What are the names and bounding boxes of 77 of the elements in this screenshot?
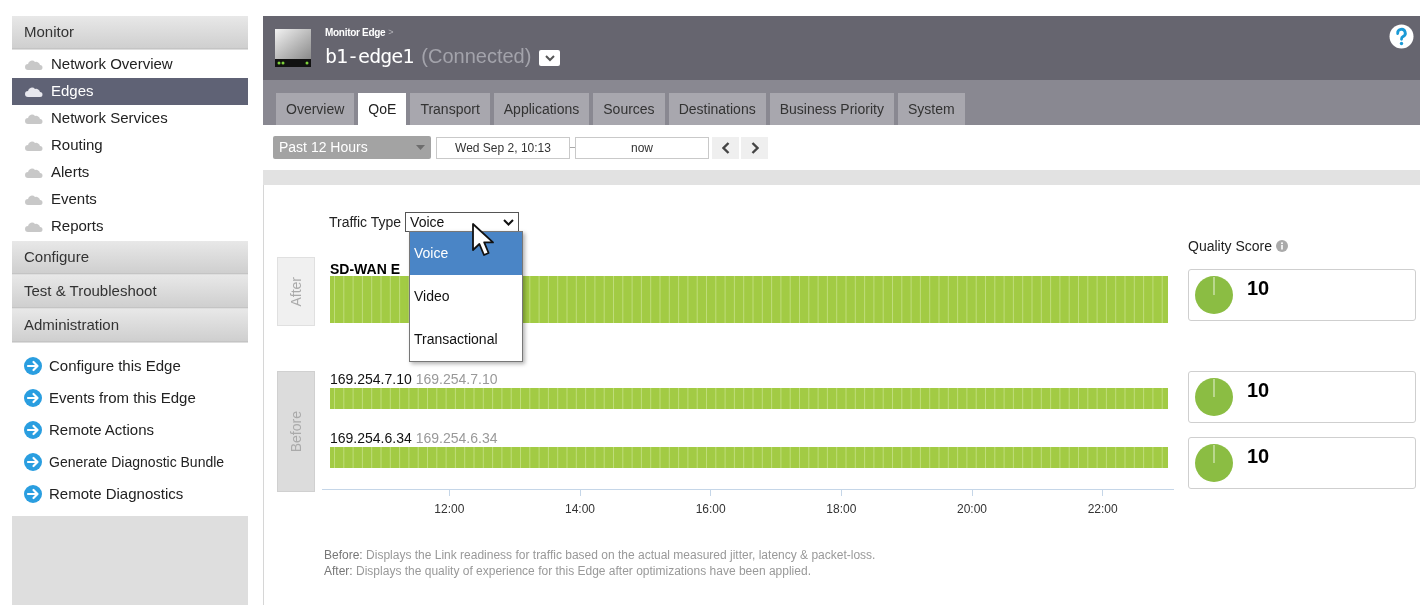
after-label-panel: After (277, 257, 315, 326)
tab[interactable]: Transport (410, 93, 490, 125)
score-value: 10 (1247, 380, 1270, 400)
traffic-type-select[interactable]: Voice (405, 212, 520, 232)
footnote: Before: Displays the Link readiness for traffic based on the actual measured jitter, latency & packet-loss. (324, 548, 877, 563)
score-value: 10 (1247, 278, 1270, 298)
cloud-icon (25, 59, 43, 70)
dropdown-option[interactable]: Transactional (410, 318, 522, 361)
chevron-left-icon (721, 141, 730, 154)
score-pie-icon (1195, 276, 1233, 314)
sidebar-item[interactable]: Network Services (12, 105, 248, 132)
cloud-icon (25, 140, 43, 151)
cloud-icon (25, 194, 43, 205)
sidebar-section-header[interactable]: Test & Troubleshoot (12, 275, 248, 308)
arrow-right-icon (24, 421, 42, 439)
chevron-right-icon (750, 141, 759, 154)
sidebar-link[interactable]: Remote Actions (49, 418, 155, 442)
arrow-right-icon (24, 485, 42, 503)
breadcrumb-separator: > (388, 25, 394, 39)
sidebar-item[interactable]: Edges (12, 78, 248, 105)
tab[interactable]: Business Priority (769, 93, 894, 125)
edge-menu-button[interactable] (539, 50, 561, 66)
breadcrumb[interactable]: Monitor Edge (325, 25, 386, 40)
quality-score-label: Quality Score (1188, 236, 1273, 256)
dropdown-option[interactable]: Video (410, 275, 522, 318)
sidebar-item[interactable]: Reports (12, 213, 248, 240)
footnote: After: Displays the quality of experience for this Edge after optimizations have been applied. (324, 564, 812, 579)
cloud-icon (25, 113, 43, 124)
axis-tick-label: 12:00 (434, 501, 465, 518)
sidebar-link[interactable]: Configure this Edge (49, 354, 181, 378)
traffic-type-label: Traffic Type (329, 212, 402, 232)
sidebar-link[interactable]: Remote Diagnostics (49, 482, 184, 506)
help-icon[interactable] (1389, 24, 1414, 49)
start-date-field[interactable]: Wed Sep 2, 10:13 (436, 136, 570, 159)
axis-tick-label: 16:00 (695, 501, 726, 518)
sidebar-link[interactable]: Generate Diagnostic Bundle (49, 451, 225, 473)
caret-down-icon (416, 145, 425, 150)
sidebar-item[interactable]: Routing (12, 132, 248, 159)
sidebar-section-header[interactable]: Monitor (12, 16, 248, 49)
sidebar-section-header[interactable]: Configure (12, 241, 248, 274)
device-icon (275, 29, 311, 67)
tab[interactable]: Overview (276, 93, 355, 125)
score-pie-icon (1195, 378, 1233, 416)
edge-name: b1-edge1 (325, 43, 414, 70)
caret-down-icon (544, 54, 555, 62)
tab[interactable]: System (897, 93, 965, 125)
chevron-down-icon (503, 218, 515, 226)
link-name: 169.254.6.34 (330, 431, 412, 445)
link-name: 169.254.7.10 (330, 372, 412, 386)
tab[interactable]: QoE (358, 93, 407, 125)
cloud-icon (25, 167, 43, 178)
tab[interactable]: Applications (493, 93, 590, 125)
previous-button[interactable] (712, 136, 739, 159)
axis-tick-label: 18:00 (826, 501, 857, 518)
edge-status: (Connected) (421, 44, 532, 69)
sidebar-item[interactable]: Network Overview (12, 51, 248, 78)
axis-tick-label: 20:00 (957, 501, 988, 518)
arrow-right-icon (24, 453, 42, 471)
arrow-right-icon (24, 357, 42, 375)
score-value: 10 (1247, 446, 1270, 466)
sidebar-link[interactable]: Events from this Edge (49, 386, 196, 410)
next-button[interactable] (741, 136, 768, 159)
link-address: 169.254.7.10 (415, 372, 498, 386)
axis-tick-label: 14:00 (565, 501, 595, 518)
link-address: 169.254.6.34 (415, 431, 498, 445)
sidebar-item[interactable]: Alerts (12, 159, 248, 186)
tab[interactable]: Sources (593, 93, 665, 125)
arrow-right-icon (24, 389, 42, 407)
sidebar-section-header[interactable]: Administration (12, 309, 248, 342)
tab[interactable]: Destinations (668, 93, 766, 125)
link-name: SD-WAN E (330, 262, 400, 276)
sidebar-item[interactable]: Events (12, 186, 248, 213)
axis-tick-label: 22:00 (1087, 501, 1118, 518)
cloud-icon (25, 221, 43, 232)
end-date-field[interactable]: now (575, 136, 709, 159)
score-pie-icon (1195, 444, 1233, 482)
cloud-icon (25, 86, 43, 97)
